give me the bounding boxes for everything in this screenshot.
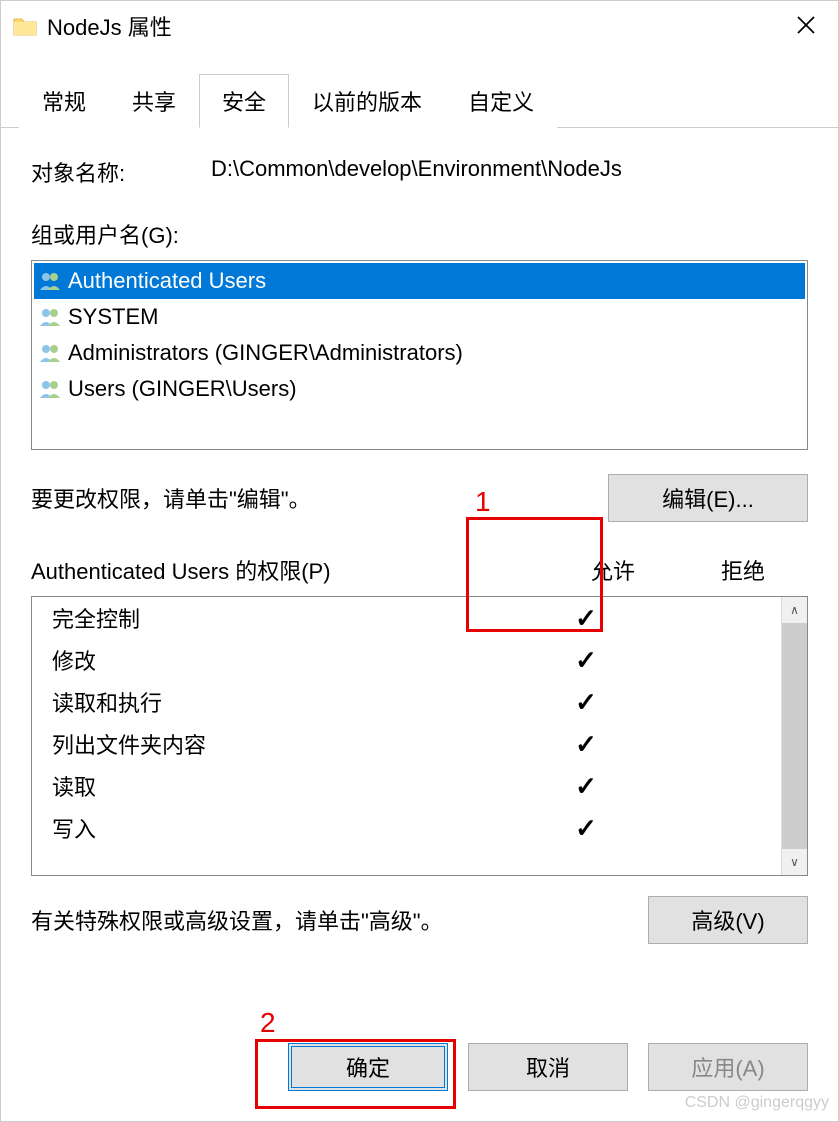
- advanced-button[interactable]: 高级(V): [648, 896, 808, 944]
- permission-name: 列出文件夹内容: [52, 728, 521, 760]
- scroll-up-icon[interactable]: ∧: [782, 597, 807, 623]
- tab-security[interactable]: 安全: [199, 74, 289, 128]
- ok-button[interactable]: 确定: [288, 1043, 448, 1091]
- permission-row: 写入 ✓: [32, 807, 781, 849]
- allow-check-icon: ✓: [521, 813, 651, 844]
- allow-check-icon: ✓: [521, 645, 651, 676]
- list-item[interactable]: Administrators (GINGER\Administrators): [34, 335, 805, 371]
- list-item-label: Users (GINGER\Users): [68, 376, 297, 402]
- object-name-row: 对象名称: D:\Common\develop\Environment\Node…: [31, 156, 808, 188]
- permission-row: 读取和执行 ✓: [32, 681, 781, 723]
- permissions-scrollbar[interactable]: ∧ ∨: [781, 597, 807, 875]
- edit-permissions-row: 要更改权限，请单击"编辑"。 编辑(E)...: [31, 474, 808, 522]
- deny-column-header: 拒绝: [678, 554, 808, 586]
- object-name-value: D:\Common\develop\Environment\NodeJs: [211, 156, 622, 188]
- edit-button[interactable]: 编辑(E)...: [608, 474, 808, 522]
- tab-strip: 常规 共享 安全 以前的版本 自定义: [1, 51, 838, 128]
- allow-check-icon: ✓: [521, 603, 651, 634]
- permission-row: 修改 ✓: [32, 639, 781, 681]
- permissions-rows: 完全控制 ✓ 修改 ✓ 读取和执行 ✓ 列出文件夹内容 ✓: [32, 597, 781, 875]
- allow-check-icon: ✓: [521, 687, 651, 718]
- properties-dialog: NodeJs 属性 常规 共享 安全 以前的版本 自定义 对象名称: D:\Co…: [0, 0, 839, 1122]
- users-listbox[interactable]: Authenticated Users SYSTEM Administrator…: [31, 260, 808, 450]
- allow-check-icon: ✓: [521, 729, 651, 760]
- users-icon: [38, 270, 62, 292]
- group-users-label: 组或用户名(G):: [31, 218, 808, 250]
- folder-icon: [13, 16, 37, 36]
- scroll-thumb[interactable]: [782, 623, 807, 849]
- tab-custom[interactable]: 自定义: [445, 74, 557, 128]
- permission-name: 读取: [52, 770, 521, 802]
- permission-row: 读取 ✓: [32, 765, 781, 807]
- permission-name: 写入: [52, 812, 521, 844]
- watermark-text: CSDN @gingerqgyy: [685, 1094, 829, 1112]
- permission-row: 列出文件夹内容 ✓: [32, 723, 781, 765]
- allow-column-header: 允许: [548, 554, 678, 586]
- list-item-label: SYSTEM: [68, 304, 158, 330]
- users-icon: [38, 378, 62, 400]
- scroll-down-icon[interactable]: ∨: [782, 849, 807, 875]
- tab-sharing[interactable]: 共享: [109, 74, 199, 128]
- list-item[interactable]: Authenticated Users: [34, 263, 805, 299]
- close-icon: [796, 15, 816, 35]
- titlebar: NodeJs 属性: [1, 1, 838, 51]
- list-item-label: Authenticated Users: [68, 268, 266, 294]
- titlebar-left: NodeJs 属性: [13, 10, 172, 42]
- tab-general[interactable]: 常规: [19, 74, 109, 128]
- apply-button[interactable]: 应用(A): [648, 1043, 808, 1091]
- users-icon: [38, 342, 62, 364]
- allow-check-icon: ✓: [521, 771, 651, 802]
- cancel-button[interactable]: 取消: [468, 1043, 628, 1091]
- window-title: NodeJs 属性: [47, 10, 172, 42]
- permission-name: 完全控制: [52, 602, 521, 634]
- permissions-listbox: 完全控制 ✓ 修改 ✓ 读取和执行 ✓ 列出文件夹内容 ✓: [31, 596, 808, 876]
- permission-row: 完全控制 ✓: [32, 597, 781, 639]
- list-item[interactable]: Users (GINGER\Users): [34, 371, 805, 407]
- users-icon: [38, 306, 62, 328]
- list-item-label: Administrators (GINGER\Administrators): [68, 340, 463, 366]
- advanced-row: 有关特殊权限或高级设置，请单击"高级"。 高级(V): [31, 896, 808, 944]
- close-button[interactable]: [786, 10, 826, 42]
- advanced-hint-text: 有关特殊权限或高级设置，请单击"高级"。: [31, 904, 443, 936]
- permissions-for-label: Authenticated Users 的权限(P): [31, 554, 548, 586]
- tab-previous-versions[interactable]: 以前的版本: [289, 74, 445, 128]
- tab-content: 对象名称: D:\Common\develop\Environment\Node…: [1, 128, 838, 1013]
- edit-hint-text: 要更改权限，请单击"编辑"。: [31, 482, 311, 514]
- permissions-header: Authenticated Users 的权限(P) 允许 拒绝: [31, 554, 808, 586]
- object-name-label: 对象名称:: [31, 156, 211, 188]
- list-item[interactable]: SYSTEM: [34, 299, 805, 335]
- permission-name: 修改: [52, 644, 521, 676]
- permission-name: 读取和执行: [52, 686, 521, 718]
